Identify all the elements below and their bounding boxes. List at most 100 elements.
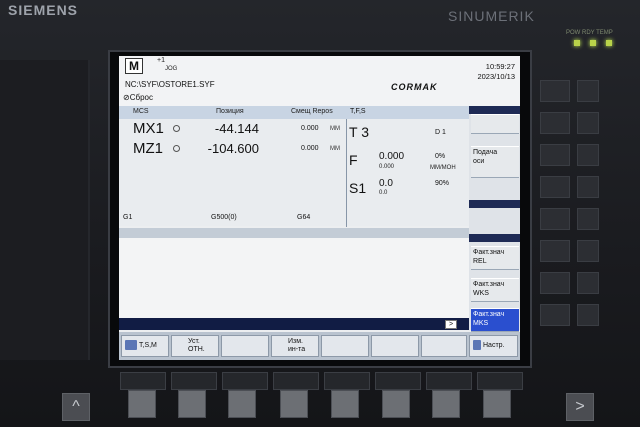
physical-key[interactable] [432, 390, 460, 418]
physical-softkey[interactable] [120, 372, 166, 390]
axis-position: -104.600 [207, 141, 259, 156]
chevron-right-icon[interactable]: > [566, 393, 594, 421]
softkey-actual-mks[interactable]: Факт.знач MKS [471, 308, 519, 332]
bezel-key[interactable] [577, 272, 599, 294]
bezel-key[interactable] [540, 240, 570, 262]
physical-key[interactable] [331, 390, 359, 418]
spindle-value: 0.0 [379, 178, 393, 189]
axis-offset: 0.000 [301, 145, 319, 152]
bezel-key[interactable] [540, 176, 570, 198]
softkey-gap [469, 234, 520, 242]
bezel-key[interactable] [540, 304, 570, 326]
gcode-group: G500(0) [211, 214, 237, 221]
ready-led-icon [590, 40, 596, 46]
physical-softkey[interactable] [324, 372, 370, 390]
bezel-key[interactable] [577, 304, 599, 326]
mode-icon: M [125, 58, 143, 74]
axis-position: -44.144 [214, 121, 259, 136]
tool-label: T 3 [349, 124, 369, 140]
softkey-gap [469, 200, 520, 208]
softkey-blank[interactable] [321, 335, 369, 357]
bezel-key[interactable] [540, 208, 570, 230]
date: 2023/10/13 [477, 72, 515, 81]
bezel-key[interactable] [577, 208, 599, 230]
gcode-group: G64 [297, 214, 311, 221]
bezel-key[interactable] [577, 112, 599, 134]
hmi-screen: M +1 JOG NC:\SYF\OSTORE1.SYF ⊘Сброс CORM… [119, 56, 520, 360]
d-label: D 1 [435, 129, 446, 136]
softkey-measure-tool[interactable]: Изм. ин-та [271, 335, 319, 357]
physical-key[interactable] [382, 390, 410, 418]
bezel-key[interactable] [540, 272, 570, 294]
physical-key[interactable] [483, 390, 511, 418]
physical-key[interactable] [178, 390, 206, 418]
program-path: NC:\SYF\OSTORE1.SYF [125, 80, 215, 89]
axis-unit: MM [330, 126, 340, 132]
softkey-settings-label: Настр. [483, 342, 505, 349]
col-offset-text: Смещ Repos [291, 108, 333, 115]
softkey-blank[interactable] [371, 335, 419, 357]
status-band [119, 228, 469, 238]
axis-name: MX1 [133, 120, 164, 137]
mode-label: JOG [165, 66, 178, 72]
dialog-bar [119, 318, 469, 330]
softkey-axis-feed[interactable]: Подача оси [471, 146, 519, 178]
physical-key[interactable] [128, 390, 156, 418]
chevron-up-icon[interactable]: ^ [62, 393, 90, 421]
feed-actual: 0.000 [379, 164, 395, 170]
bezel-key[interactable] [540, 144, 570, 166]
tsm-icon [125, 340, 137, 351]
temp-led-icon [606, 40, 612, 46]
softkey-tsm-label: T,S,M [139, 342, 157, 349]
physical-softkey[interactable] [375, 372, 421, 390]
power-led-icon [574, 40, 580, 46]
bezel-key[interactable] [540, 80, 570, 102]
physical-softkey[interactable] [273, 372, 319, 390]
axis-unit: MM [330, 146, 340, 152]
softkey-blank[interactable] [221, 335, 269, 357]
physical-softkey[interactable] [171, 372, 217, 390]
rapid-override: +1 [157, 57, 165, 64]
softkey-blank[interactable] [471, 114, 519, 134]
sinumerik-logo: SINUMERIK [448, 8, 535, 24]
header: M +1 JOG NC:\SYF\OSTORE1.SYF ⊘Сброс CORM… [119, 56, 520, 106]
cs-label-text: MCS [133, 108, 149, 115]
spindle-actual: 0.0 [379, 190, 388, 196]
softkey-tsm[interactable]: T,S,M [121, 335, 169, 357]
feed-value: 0.000 [379, 151, 405, 162]
next-page-button[interactable]: > [445, 320, 457, 329]
softkey-gap [469, 106, 520, 114]
bezel-key[interactable] [577, 240, 599, 262]
softkey-blank[interactable] [421, 335, 467, 357]
softkey-actual-wks[interactable]: Факт.знач WKS [471, 278, 519, 302]
spindle-percent: 90% [435, 180, 450, 187]
softkey-set-rel[interactable]: Уст. ОТН. [171, 335, 219, 357]
feed-percent: 0% [435, 153, 446, 160]
physical-key[interactable] [280, 390, 308, 418]
spindle-label: S1 [349, 180, 367, 196]
feed-unit: MM/MOH [430, 165, 456, 171]
reset-label: Сброс [129, 93, 153, 102]
softkey-settings[interactable]: Настр. [469, 335, 518, 357]
bezel-key[interactable] [540, 112, 570, 134]
softkey-actual-rel[interactable]: Факт.знач REL [471, 246, 519, 270]
gcode-group: G1 [123, 214, 133, 221]
col-position-text: Позиция [216, 108, 244, 115]
feed-label: F [349, 152, 358, 168]
reset-status: ⊘Сброс [123, 93, 153, 102]
physical-softkey[interactable] [222, 372, 268, 390]
physical-key[interactable] [228, 390, 256, 418]
bezel-key[interactable] [577, 176, 599, 198]
time: 10:59:27 [485, 62, 515, 71]
panel-divider [346, 119, 347, 227]
clock: 10:59:27 2023/10/13 [471, 62, 515, 82]
settings-icon [473, 340, 481, 351]
left-bezel-panel [0, 60, 90, 360]
siemens-logo: SIEMENS [8, 2, 79, 18]
bezel-key[interactable] [577, 144, 599, 166]
message-area [119, 238, 469, 318]
led-labels: POW RDY TEMP [566, 30, 613, 36]
physical-softkey[interactable] [477, 372, 523, 390]
bezel-key[interactable] [577, 80, 599, 102]
physical-softkey[interactable] [426, 372, 472, 390]
